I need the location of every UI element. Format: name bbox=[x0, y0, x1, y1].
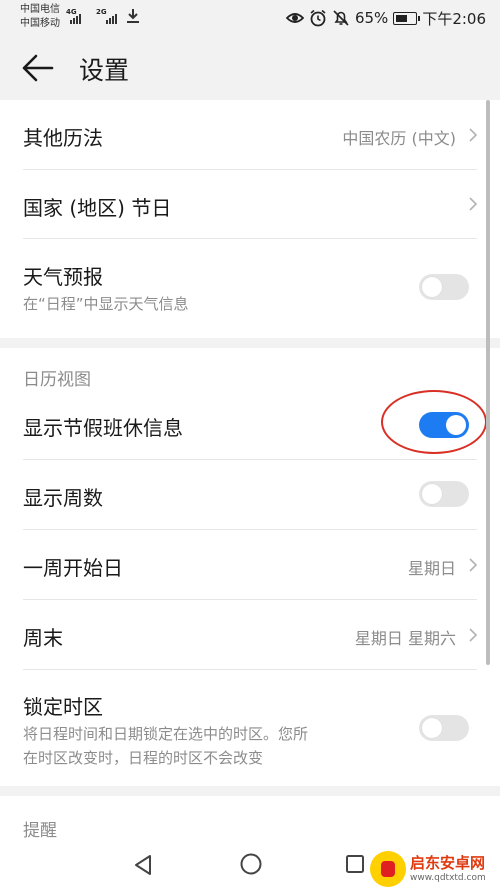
watermark-url: www.qdtxtd.com bbox=[410, 873, 486, 883]
row-title: 周末 bbox=[23, 626, 63, 650]
download-icon bbox=[127, 9, 139, 23]
row-subtitle: 在“日程”中显示天气信息 bbox=[23, 295, 189, 313]
signal-icon: 2G bbox=[96, 8, 122, 24]
settings-card-calendar-view: 日历视图 显示节假班休信息 显示周数 一周开始日 星期日 周末 星期日 星期六 … bbox=[0, 348, 500, 786]
nav-recent-icon[interactable] bbox=[344, 853, 366, 875]
nav-back-icon[interactable] bbox=[132, 853, 154, 877]
row-value: 星期日 星期六 bbox=[354, 629, 456, 648]
nav-home-icon[interactable] bbox=[239, 852, 263, 876]
eye-icon bbox=[285, 13, 304, 23]
holiday-info-toggle[interactable] bbox=[419, 412, 469, 438]
row-subtitle-line1: 将日程时间和日期锁定在选中的时区。您所 bbox=[23, 725, 309, 743]
settings-card-general: 其他历法 中国农历 (中文) 国家 (地区) 节日 天气预报 在“日程”中显示天… bbox=[0, 100, 500, 338]
row-title: 显示节假班休信息 bbox=[23, 416, 183, 440]
watermark-logo-icon bbox=[370, 851, 406, 887]
other-calendar-row[interactable]: 其他历法 中国农历 (中文) bbox=[0, 100, 500, 170]
battery-icon bbox=[393, 11, 421, 25]
week-number-toggle[interactable] bbox=[419, 481, 469, 507]
app-header: 设置 bbox=[0, 38, 500, 100]
week-number-row[interactable]: 显示周数 bbox=[0, 460, 500, 529]
row-title: 一周开始日 bbox=[23, 556, 123, 580]
week-start-row[interactable]: 一周开始日 星期日 bbox=[0, 530, 500, 599]
row-value: 中国农历 (中文) bbox=[342, 129, 456, 148]
mute-icon bbox=[333, 10, 349, 26]
row-subtitle-line2: 在时区改变时，日程的时区不会改变 bbox=[23, 749, 264, 767]
status-bar: 中国电信 中国移动 4G 2G 65% 下午2:06 bbox=[0, 0, 500, 38]
scrollbar[interactable] bbox=[486, 100, 490, 665]
lock-timezone-toggle[interactable] bbox=[419, 715, 469, 741]
holidays-row[interactable]: 国家 (地区) 节日 bbox=[0, 170, 500, 239]
chevron-right-icon bbox=[469, 628, 478, 642]
holiday-info-row[interactable]: 显示节假班休信息 bbox=[0, 390, 500, 459]
section-header: 日历视图 bbox=[23, 370, 91, 390]
battery-percent: 65% bbox=[354, 9, 389, 27]
status-time: 下午2:06 bbox=[422, 9, 486, 28]
chevron-right-icon bbox=[469, 558, 478, 572]
carrier-2: 中国移动 bbox=[20, 18, 60, 29]
back-arrow-icon[interactable] bbox=[20, 52, 56, 84]
signal-icon: 4G bbox=[66, 8, 82, 24]
watermark-name: 启东安卓网 bbox=[410, 854, 486, 872]
row-title: 其他历法 bbox=[23, 126, 103, 150]
watermark: 启东安卓网 www.qdtxtd.com bbox=[370, 850, 494, 888]
carrier-1: 中国电信 bbox=[20, 4, 60, 15]
alarm-icon bbox=[310, 9, 326, 27]
weather-row[interactable]: 天气预报 在“日程”中显示天气信息 bbox=[0, 239, 500, 338]
row-title: 显示周数 bbox=[23, 486, 103, 510]
lock-timezone-row[interactable]: 锁定时区 将日程时间和日期锁定在选中的时区。您所 在时区改变时，日程的时区不会改… bbox=[0, 670, 500, 786]
row-title: 锁定时区 bbox=[23, 695, 103, 719]
chevron-right-icon bbox=[469, 197, 478, 211]
page-title: 设置 bbox=[79, 56, 130, 85]
chevron-right-icon bbox=[469, 128, 478, 142]
row-value: 星期日 bbox=[407, 559, 456, 578]
weekend-row[interactable]: 周末 星期日 星期六 bbox=[0, 600, 500, 669]
row-title: 天气预报 bbox=[23, 265, 103, 289]
weather-toggle[interactable] bbox=[419, 274, 469, 300]
row-title: 国家 (地区) 节日 bbox=[23, 196, 172, 220]
